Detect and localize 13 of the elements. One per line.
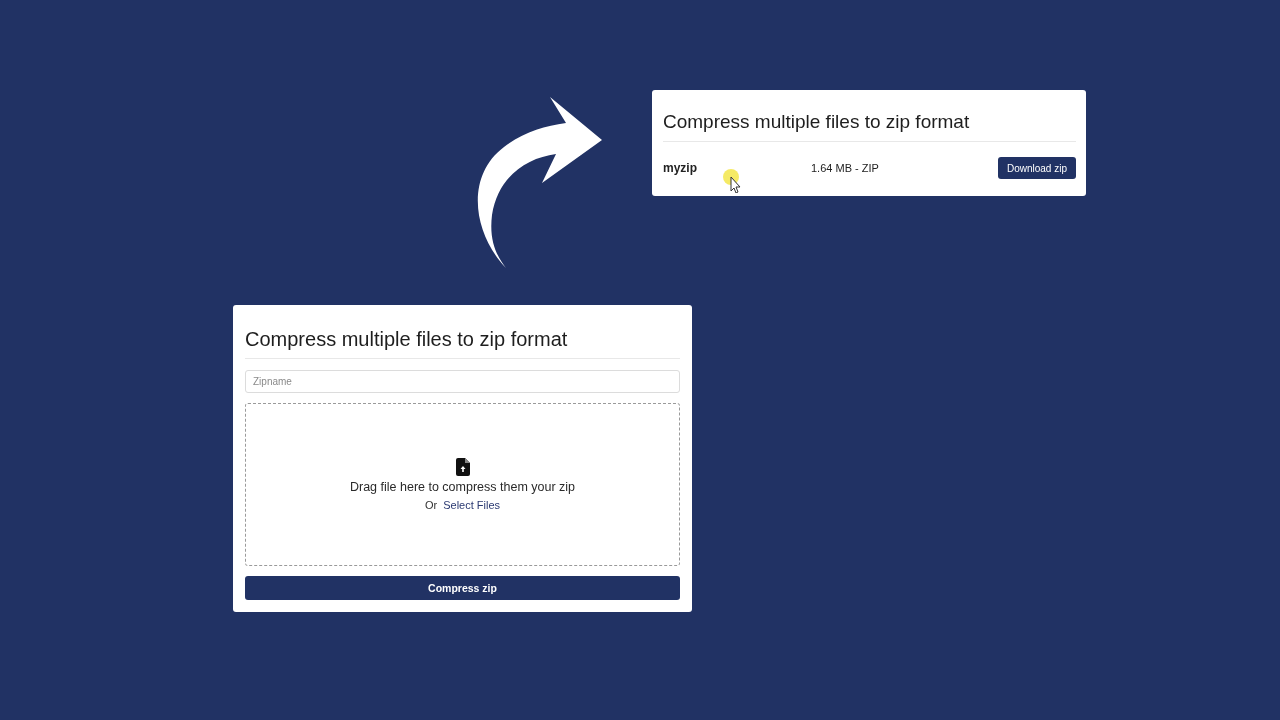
zip-name: myzip xyxy=(663,161,698,175)
download-button[interactable]: Download zip xyxy=(997,157,1076,179)
card-title: Compress multiple files to zip format xyxy=(245,327,569,352)
card-title: Compress multiple files to zip format xyxy=(663,110,971,134)
drop-hint: Drag file here to compress them your zip xyxy=(349,480,576,494)
or-label: Or xyxy=(424,499,438,511)
compress-button[interactable]: Compress zip xyxy=(245,576,680,600)
file-info: 1.64 MB - ZIP xyxy=(811,162,880,174)
cursor-icon xyxy=(723,169,741,193)
zipname-field[interactable]: Zipname xyxy=(245,370,680,393)
select-files-link[interactable]: Select Files xyxy=(443,499,501,511)
drop-zone[interactable]: Drag file here to compress them your zip Or Select Files xyxy=(245,402,680,567)
file-upload-icon xyxy=(455,458,470,476)
